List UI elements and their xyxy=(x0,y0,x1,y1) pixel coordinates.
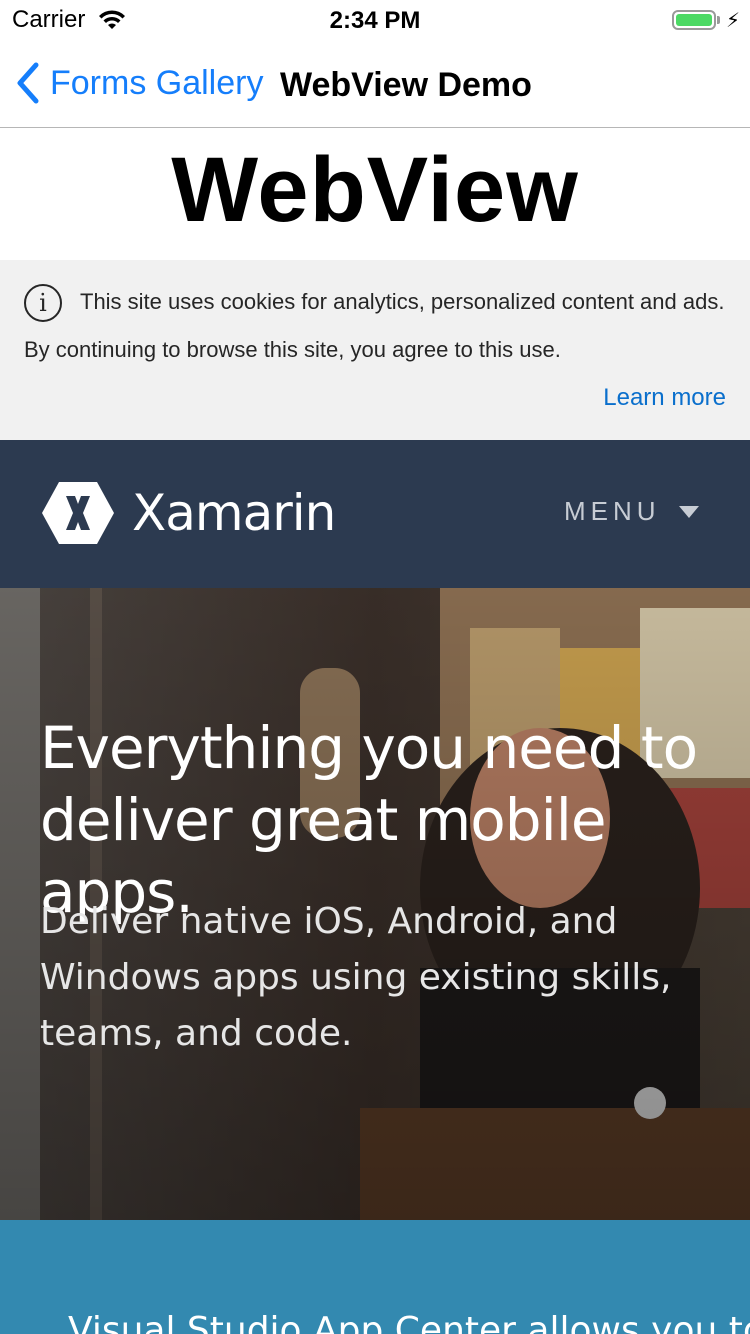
status-bar: Carrier 2:34 PM ⚡ xyxy=(0,0,750,40)
info-icon: i xyxy=(24,284,62,323)
navigation-bar: Forms Gallery WebView Demo xyxy=(0,40,750,128)
caret-down-icon xyxy=(678,505,699,518)
app-center-text: Visual Studio App Center allows you to xyxy=(68,1310,750,1334)
menu-button[interactable]: MENU xyxy=(564,496,699,527)
brand-logo[interactable]: Xamarin xyxy=(40,480,336,546)
battery-level xyxy=(675,14,712,26)
back-button-label: Forms Gallery xyxy=(50,63,264,102)
brand-name: Xamarin xyxy=(132,484,336,542)
app-center-band: Visual Studio App Center allows you to xyxy=(0,1220,750,1334)
menu-label: MENU xyxy=(564,496,661,526)
hero-subtitle: Deliver native iOS, Android, and Windows… xyxy=(40,901,672,1054)
hero-section: Everything you need to deliver great mob… xyxy=(0,588,750,1220)
chevron-left-icon xyxy=(17,62,39,104)
page-heading: WebView xyxy=(171,139,579,241)
xamarin-hexagon-icon xyxy=(42,482,114,544)
site-header: Xamarin MENU xyxy=(0,440,750,588)
nav-title: WebView Demo xyxy=(280,66,532,104)
cookie-banner: i This site uses cookies for analytics, p… xyxy=(0,260,750,440)
battery-icon xyxy=(671,10,716,30)
cookie-text: This site uses cookies for analytics, pe… xyxy=(24,289,725,362)
clock: 2:34 PM xyxy=(329,7,421,34)
learn-more-link[interactable]: Learn more xyxy=(603,374,726,422)
back-button[interactable]: Forms Gallery xyxy=(16,62,263,104)
